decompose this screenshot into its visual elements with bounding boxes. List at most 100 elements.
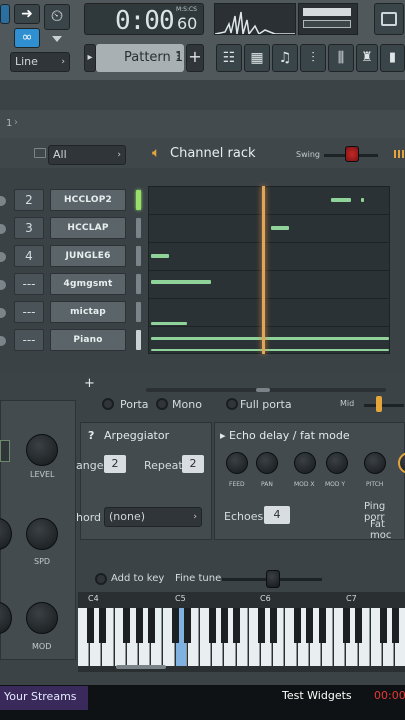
- full-porta-label: Full porta: [240, 398, 292, 411]
- repeat-stepper[interactable]: 2: [182, 455, 204, 473]
- piano-black-key[interactable]: [98, 608, 106, 643]
- piano-black-key[interactable]: [123, 608, 131, 643]
- piano-black-key[interactable]: [233, 608, 241, 643]
- channel-number[interactable]: ---: [14, 301, 44, 323]
- keyboard[interactable]: C4 C5 C6 C7: [78, 592, 405, 672]
- file-icon[interactable]: ▮: [380, 44, 405, 72]
- note[interactable]: [151, 280, 211, 284]
- mono-radio[interactable]: [156, 398, 168, 410]
- fine-tune-thumb[interactable]: [266, 570, 280, 588]
- playlist-icon[interactable]: ☷: [216, 44, 242, 72]
- channel-number[interactable]: 4: [14, 245, 44, 267]
- mod-label: MOD: [32, 642, 52, 651]
- channel-select-led[interactable]: [136, 274, 141, 294]
- channel-rack-icon[interactable]: ♫: [272, 44, 298, 72]
- piano-black-key[interactable]: [342, 608, 350, 643]
- channel-name-button[interactable]: mictap: [50, 301, 126, 323]
- piano-black-key[interactable]: [355, 608, 363, 643]
- add-to-key-radio[interactable]: [95, 573, 107, 585]
- mod-y-knob[interactable]: [326, 452, 348, 474]
- channel-select-led[interactable]: [136, 302, 141, 322]
- metronome-icon[interactable]: ⏲: [44, 4, 70, 30]
- fat-mode-label[interactable]: Fat moc: [370, 519, 405, 541]
- piano-black-key[interactable]: [172, 608, 180, 643]
- piano-black-key[interactable]: [86, 608, 94, 643]
- piano-black-key[interactable]: [184, 608, 192, 643]
- mod-x-knob[interactable]: [294, 452, 316, 474]
- pan-knob[interactable]: [256, 452, 278, 474]
- mid-slider[interactable]: [364, 404, 404, 407]
- chevron-down-icon[interactable]: [52, 36, 62, 42]
- channel-number[interactable]: ---: [14, 273, 44, 295]
- piano-black-key[interactable]: [208, 608, 216, 643]
- octave-label-c5: C5: [175, 594, 186, 603]
- pattern-prev-button[interactable]: ▸: [84, 44, 96, 72]
- level-knob[interactable]: [26, 434, 58, 466]
- chord-select[interactable]: (none) ›: [104, 507, 202, 527]
- note[interactable]: [361, 198, 364, 202]
- horizontal-scrollbar[interactable]: [146, 388, 386, 392]
- piano-black-key[interactable]: [220, 608, 228, 643]
- note[interactable]: [331, 198, 351, 202]
- echo-title-text: Echo delay / fat mode: [229, 429, 350, 442]
- note[interactable]: [151, 337, 389, 340]
- spd-knob[interactable]: [26, 518, 58, 550]
- channel-select-led[interactable]: [136, 330, 141, 350]
- pattern-select[interactable]: Pattern 1 ⁝: [96, 44, 184, 72]
- piano-black-key[interactable]: [318, 608, 326, 643]
- add-pattern-button[interactable]: +: [186, 44, 204, 72]
- pitch-knob[interactable]: [364, 452, 386, 474]
- add-channel-button[interactable]: +: [84, 376, 95, 391]
- note[interactable]: [151, 349, 389, 351]
- note[interactable]: [271, 226, 289, 230]
- note[interactable]: [151, 254, 169, 258]
- piano-black-key[interactable]: [294, 608, 302, 643]
- note[interactable]: [151, 322, 187, 325]
- mid-slider-thumb[interactable]: [376, 396, 382, 412]
- swing-knob[interactable]: [345, 146, 359, 162]
- filter-select[interactable]: All ›: [48, 145, 126, 165]
- full-porta-radio[interactable]: [226, 398, 238, 410]
- piano-black-key[interactable]: [257, 608, 265, 643]
- channel-name-button[interactable]: HCCLOP2: [50, 189, 126, 211]
- piano-black-key[interactable]: [135, 608, 143, 643]
- sliders-icon[interactable]: ⫼: [328, 44, 354, 72]
- channel-number[interactable]: ---: [14, 329, 44, 351]
- channel-name-button[interactable]: JUNGLE6: [50, 245, 126, 267]
- waveform-graph: [215, 11, 295, 34]
- range-stepper[interactable]: 2: [104, 455, 126, 473]
- channel-name-button[interactable]: Piano: [50, 329, 126, 351]
- piano-black-key[interactable]: [269, 608, 277, 643]
- piano-black-key[interactable]: [379, 608, 387, 643]
- piano-black-key[interactable]: [306, 608, 314, 643]
- channel-select-led[interactable]: [136, 218, 141, 238]
- feed-knob[interactable]: [226, 452, 248, 474]
- test-widgets-label[interactable]: Test Widgets: [282, 689, 352, 702]
- mixer-icon[interactable]: ⫶: [300, 44, 326, 72]
- link-icon[interactable]: ∞: [14, 28, 40, 48]
- channel-name-button[interactable]: 4gmgsmt: [50, 273, 126, 295]
- piano-roll-preview[interactable]: [148, 186, 390, 354]
- arpeggiator-help[interactable]: ?: [88, 429, 94, 442]
- piano-black-key[interactable]: [147, 608, 155, 643]
- snap-select[interactable]: Line ›: [10, 52, 70, 72]
- steps-icon[interactable]: [394, 150, 404, 158]
- plugin-icon[interactable]: ♜: [356, 44, 378, 72]
- piano-black-key[interactable]: [391, 608, 399, 643]
- piano-roll-icon[interactable]: ▦: [244, 44, 270, 72]
- mod-knob[interactable]: [26, 602, 58, 634]
- time-centiseconds: 60: [177, 14, 198, 33]
- draw-tool-button[interactable]: [0, 4, 10, 24]
- echoes-stepper[interactable]: 4: [264, 506, 290, 524]
- channel-number[interactable]: 3: [14, 217, 44, 239]
- channel-select-led[interactable]: [136, 246, 141, 266]
- your-streams-tab[interactable]: Your Streams: [0, 686, 88, 710]
- time-display[interactable]: 0:00 M:S:CS 60: [84, 3, 204, 36]
- keyboard-scrollbar[interactable]: [116, 665, 166, 669]
- porta-radio[interactable]: [102, 398, 114, 410]
- channel-name-button[interactable]: HCCLAP: [50, 217, 126, 239]
- channel-select-led[interactable]: [136, 190, 141, 210]
- channel-number[interactable]: 2: [14, 189, 44, 211]
- arrow-icon[interactable]: ➜: [14, 4, 40, 24]
- record-icon[interactable]: [374, 3, 404, 35]
